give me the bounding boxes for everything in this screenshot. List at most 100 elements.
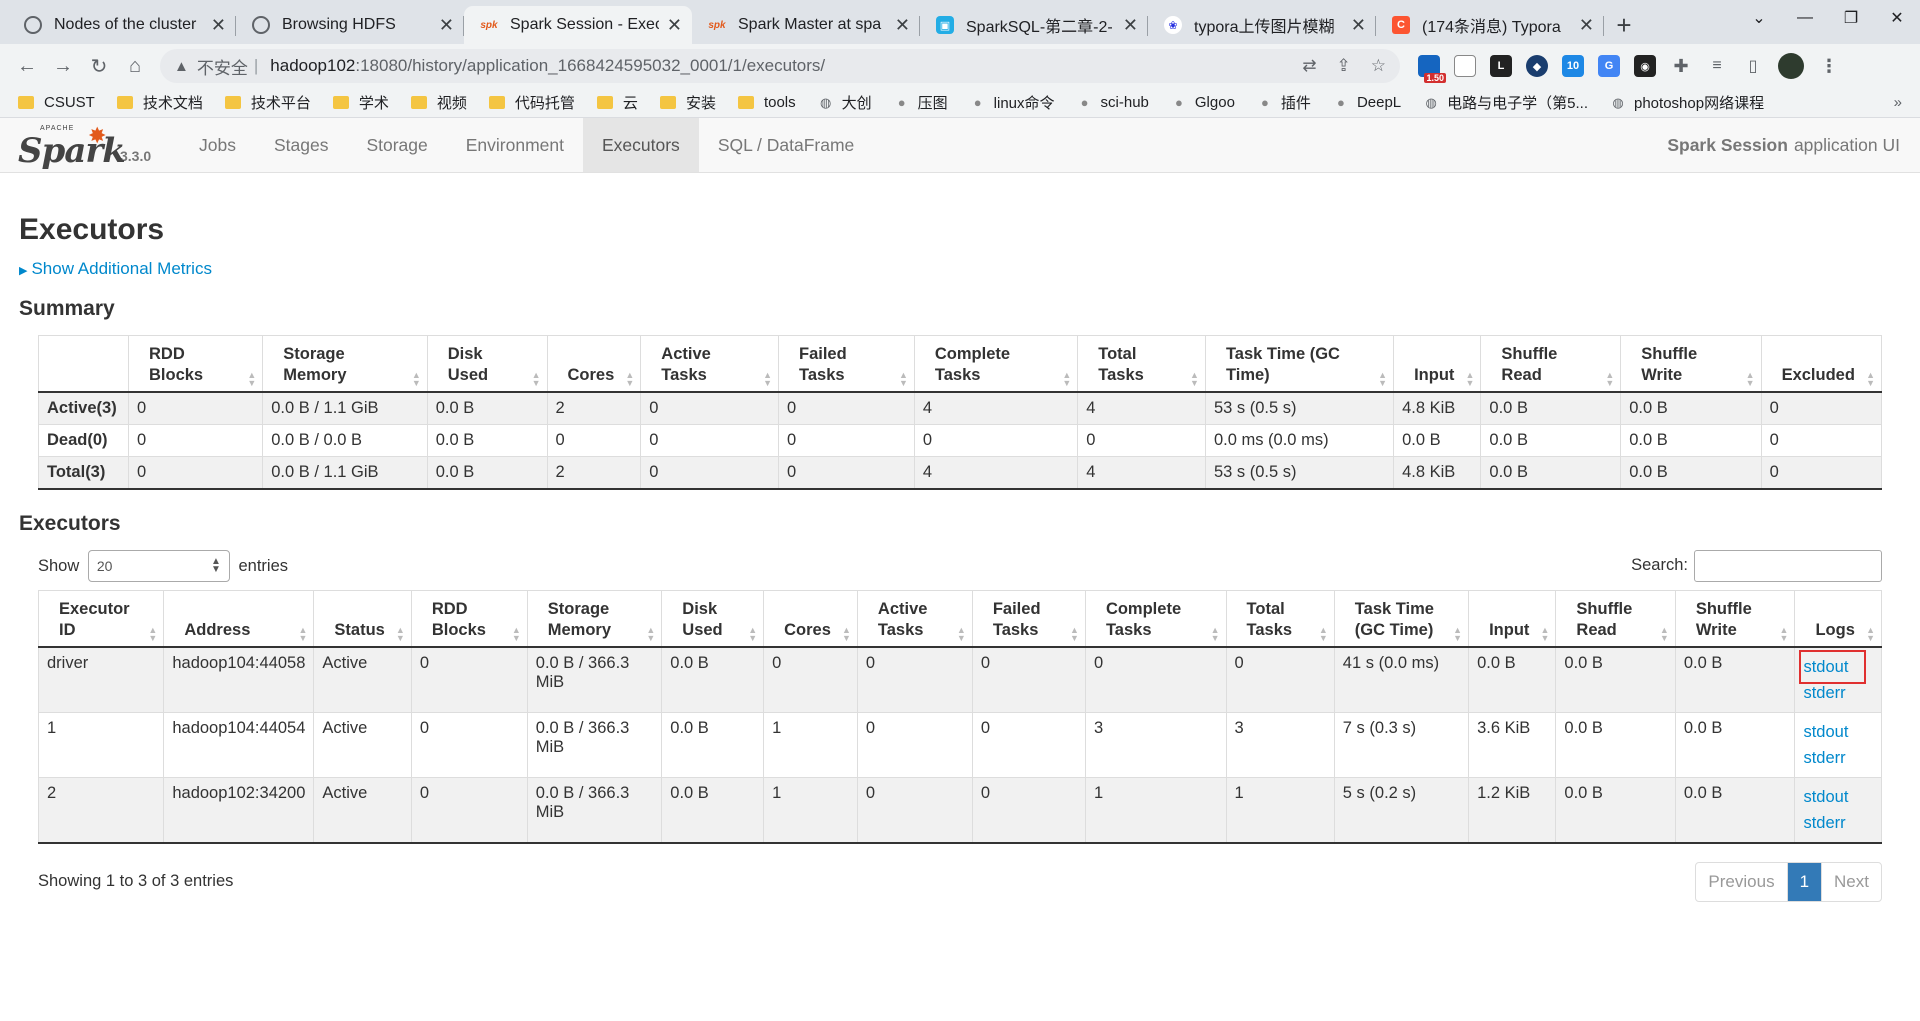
column-header[interactable]: Shuffle Read ▲ ▼ [1480,334,1622,393]
nav-tab-stages[interactable]: Stages [255,118,347,172]
column-header[interactable]: Storage Memory ▲ ▼ [262,334,428,393]
nav-tab-sql-dataframe[interactable]: SQL / DataFrame [699,118,873,172]
close-tab-icon[interactable]: ✕ [895,15,910,36]
bookmark-item[interactable]: tools [737,94,796,111]
column-header[interactable]: Executor ID ▲ ▼ [37,589,165,648]
stderr-link[interactable]: stderr [1803,810,1873,836]
close-tab-icon[interactable]: ✕ [1579,15,1594,36]
reload-button[interactable]: ↻ [82,49,116,83]
nav-tab-jobs[interactable]: Jobs [180,118,255,172]
stderr-link[interactable]: stderr [1803,680,1873,706]
stdout-link[interactable]: stdout [1803,784,1873,810]
browser-tab[interactable]: Browsing HDFS ✕ [236,6,464,44]
minimize-icon[interactable]: — [1782,0,1828,36]
side-panel-icon[interactable]: ▯ [1742,55,1764,77]
page-1-button[interactable]: 1 [1786,862,1822,901]
close-window-icon[interactable]: ✕ [1874,0,1920,36]
bookmark-item[interactable]: 学术 [332,92,389,113]
tab-search-icon[interactable]: ⌄ [1736,0,1782,36]
profile-avatar[interactable] [1778,53,1804,79]
bookmark-item[interactable]: ◍ 电路与电子学（第5... [1423,92,1588,113]
column-header[interactable]: Shuffle Write ▲ ▼ [1674,589,1796,648]
column-header[interactable]: Active Tasks ▲ ▼ [640,334,779,393]
column-header[interactable]: Complete Tasks ▲ ▼ [913,334,1079,393]
home-button[interactable]: ⌂ [118,49,152,83]
column-header[interactable]: Shuffle Read ▲ ▼ [1555,589,1676,648]
stdout-link[interactable]: stdout [1803,719,1873,745]
close-tab-icon[interactable]: ✕ [439,15,454,36]
column-header[interactable]: Cores ▲ ▼ [546,334,642,393]
bookmark-item[interactable]: ● sci-hub [1077,94,1149,111]
column-header[interactable]: Total Tasks ▲ ▼ [1077,334,1206,393]
bookmark-item[interactable]: ◍ photoshop网络课程 [1610,92,1764,113]
column-header[interactable]: Disk Used ▲ ▼ [426,334,548,393]
bookmark-item[interactable]: ◍ 大创 [818,92,872,113]
previous-page-button[interactable]: Previous [1696,863,1786,901]
column-header[interactable]: Task Time (GC Time) ▲ ▼ [1204,334,1395,393]
column-header[interactable] [38,334,129,393]
column-header[interactable]: Total Tasks ▲ ▼ [1225,589,1335,648]
restore-icon[interactable]: ❐ [1828,0,1874,36]
extension-icon[interactable]: L [1490,55,1512,77]
nav-tab-executors[interactable]: Executors [583,118,699,172]
back-button[interactable]: ← [10,49,44,83]
google-translate-icon[interactable]: G [1598,55,1620,77]
column-header[interactable]: Task Time (GC Time) ▲ ▼ [1333,589,1470,648]
nav-tab-environment[interactable]: Environment [447,118,583,172]
nav-tab-storage[interactable]: Storage [347,118,446,172]
close-tab-icon[interactable]: ✕ [211,15,226,36]
forward-button[interactable]: → [46,49,80,83]
bookmark-item[interactable]: 技术文档 [116,92,203,113]
bookmark-item[interactable]: 云 [596,92,638,113]
search-input[interactable] [1694,549,1882,582]
column-header[interactable]: Complete Tasks ▲ ▼ [1084,589,1227,648]
close-tab-icon[interactable]: ✕ [1351,15,1366,36]
bookmark-item[interactable]: CSUST [18,94,95,111]
extension-icon[interactable]: 1.50 [1418,55,1446,83]
share-icon[interactable]: ⇪ [1337,56,1351,76]
next-page-button[interactable]: Next [1821,862,1881,901]
page-length-select[interactable]: 20 ▲ ▼ [87,549,230,582]
browser-tab[interactable]: ❀ typora上传图片模糊 ✕ [1148,6,1376,44]
column-header[interactable]: Failed Tasks ▲ ▼ [971,589,1086,648]
bookmark-item[interactable]: 视频 [410,92,467,113]
column-header[interactable]: Cores ▲ ▼ [763,589,858,648]
column-header[interactable]: RDD Blocks ▲ ▼ [127,334,264,393]
menu-icon[interactable]: ⋮ [1818,55,1840,77]
more-bookmarks-icon[interactable]: » [1894,94,1902,111]
close-tab-icon[interactable]: ✕ [667,15,682,36]
translate-icon[interactable]: ⇄ [1302,56,1316,76]
browser-tab[interactable]: spk Spark Session - Exec ✕ [464,6,692,44]
bookmark-item[interactable]: ● DeepL [1333,94,1401,111]
bookmark-item[interactable]: 技术平台 [224,92,311,113]
column-header[interactable]: Address ▲ ▼ [163,589,315,648]
browser-tab[interactable]: Nodes of the cluster ✕ [8,6,236,44]
browser-tab[interactable]: spk Spark Master at spa ✕ [692,6,920,44]
stdout-link[interactable]: stdout [1803,654,1848,680]
column-header[interactable]: Failed Tasks ▲ ▼ [778,334,915,393]
column-header[interactable]: Disk Used ▲ ▼ [661,589,765,648]
show-additional-metrics-link[interactable]: ▶ Show Additional Metrics [19,259,1882,279]
column-header[interactable]: Logs ▲ ▼ [1794,589,1882,648]
column-header[interactable]: Input ▲ ▼ [1393,334,1482,393]
extension-icon[interactable]: ◉ [1634,55,1656,77]
column-header[interactable]: Storage Memory ▲ ▼ [526,589,663,648]
bookmark-item[interactable]: ● linux命令 [970,92,1055,113]
column-header[interactable]: Excluded ▲ ▼ [1760,334,1883,393]
close-tab-icon[interactable]: ✕ [1123,15,1138,36]
address-bar[interactable]: ▲ 不安全 | hadoop102 :18080/history/applica… [160,49,1400,83]
column-header[interactable]: RDD Blocks ▲ ▼ [410,589,528,648]
bookmark-item[interactable]: 安装 [659,92,716,113]
new-tab-button[interactable]: + [1604,6,1644,44]
column-header[interactable]: Shuffle Write ▲ ▼ [1620,334,1762,393]
column-header[interactable]: Input ▲ ▼ [1468,589,1557,648]
bookmark-item[interactable]: 代码托管 [488,92,575,113]
reading-list-icon[interactable]: ≡ [1706,55,1728,77]
stderr-link[interactable]: stderr [1803,745,1873,771]
spark-brand[interactable]: APACHE Spark ✸ 3.3.0 [0,118,180,172]
column-header[interactable]: Active Tasks ▲ ▼ [856,589,973,648]
browser-tab[interactable]: ▣ SparkSQL-第二章-2- ✕ [920,6,1148,44]
column-header[interactable]: Status ▲ ▼ [313,589,412,648]
bookmark-item[interactable]: ● Glgoo [1171,94,1235,111]
document-icon[interactable] [1454,55,1476,77]
